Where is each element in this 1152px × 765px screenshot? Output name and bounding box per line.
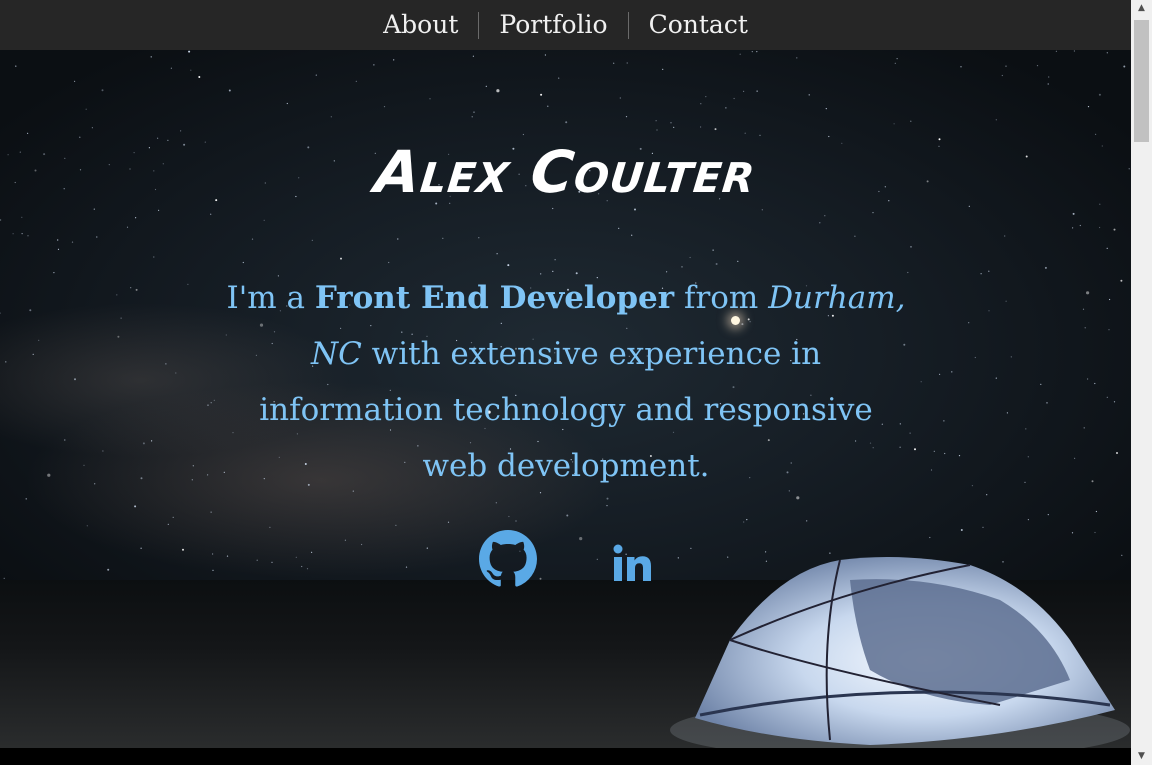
intro-role: Front End Developer <box>314 280 675 316</box>
linkedin-link[interactable] <box>612 542 654 584</box>
intro-from: from <box>674 280 769 316</box>
site-title: Alex Coulter <box>371 138 760 206</box>
nav-portfolio-link[interactable]: Portfolio <box>479 11 627 39</box>
intro-prefix: I'm a <box>226 280 315 316</box>
nav-contact-link[interactable]: Contact <box>629 11 768 39</box>
top-nav: About Portfolio Contact <box>0 0 1131 50</box>
scroll-up-arrow-icon[interactable]: ▲ <box>1131 0 1152 17</box>
github-icon <box>479 530 537 587</box>
social-links <box>0 530 1131 590</box>
scrollbar-thumb[interactable] <box>1134 20 1149 142</box>
github-link[interactable] <box>479 530 537 588</box>
hero-section: Alex Coulter I'm a Front End Developer f… <box>0 50 1131 748</box>
nav-about-link[interactable]: About <box>363 11 478 39</box>
intro-text: I'm a Front End Developer from Durham, N… <box>226 270 906 494</box>
page-bottom <box>0 748 1131 765</box>
vertical-scrollbar[interactable]: ▲ ▼ <box>1131 0 1152 765</box>
scroll-down-arrow-icon[interactable]: ▼ <box>1131 748 1152 765</box>
linkedin-icon <box>613 544 651 581</box>
